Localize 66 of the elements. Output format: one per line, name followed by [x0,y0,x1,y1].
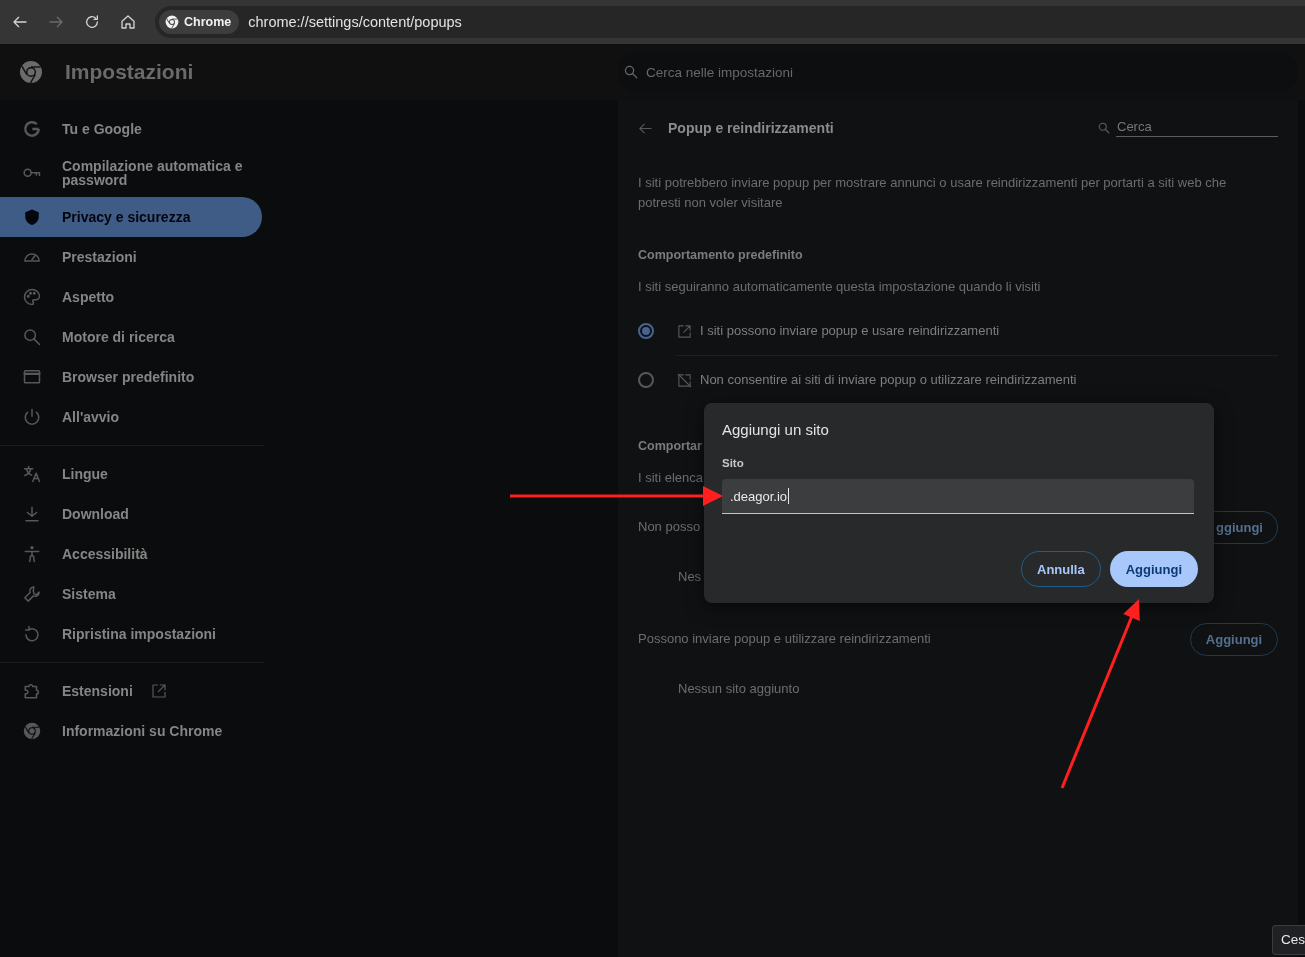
key-icon [23,168,41,178]
arrow-left-icon [637,120,653,136]
reload-icon [84,14,100,30]
option-label: I siti possono inviare popup e usare reindirizzamenti [700,322,1000,340]
gauge-icon [23,251,41,263]
sidebar-item[interactable]: Lingue [0,454,262,494]
window-icon [23,370,41,384]
add-button[interactable]: Aggiungi [1109,551,1198,587]
reset-icon [23,625,41,643]
power-icon [23,408,41,426]
field-label: Sito [722,456,744,470]
sidebar-item[interactable]: All'avvio [0,397,262,437]
person-icon [23,545,41,563]
empty-list-text: Nes [678,568,702,586]
dialog-title: Aggiungi un sito [722,420,829,440]
arrow-right-icon [48,14,64,30]
sidebar-item[interactable]: Download [0,494,262,534]
puzzle-icon [23,682,41,700]
palette-icon [23,288,41,306]
g-icon [23,120,41,138]
description-text: I siti potrebbero inviare popup per mostrare annunci o usare reindirizzamenti per portarti a siti web che potresti non voler visitare [638,174,1228,212]
browser-logo-icon [23,722,41,740]
sidebar-item[interactable]: Accessibilità [0,534,262,574]
section-subtitle: I siti elenca [638,469,704,487]
section-title: Popup e reindirizzamenti [668,119,834,138]
sidebar-item[interactable]: Estensioni [0,671,262,711]
text-cursor [788,488,790,504]
sidebar-item[interactable]: Tu e Google [0,109,262,149]
shield-icon [23,208,41,226]
page-title: Impostazioni [65,60,194,84]
search-input[interactable]: Cerca nelle impostazioni [646,64,816,80]
search-icon [23,328,41,346]
sidebar-item[interactable]: Compilazione automatica e password [0,149,262,197]
radio-button[interactable] [638,323,654,339]
option-label: Non consentire ai siti di inviare popup o utilizzare reindirizzamenti [700,371,1077,389]
section-heading: Comportamento predefinito [638,247,803,264]
radio-button[interactable] [638,372,654,388]
crossed-box-icon [677,372,692,388]
tooltip: Ces [1272,925,1305,955]
list-heading: Non posso [638,518,701,536]
download-icon [23,505,41,523]
sidebar-item[interactable]: Informazioni su Chrome [0,711,262,751]
translate-icon [23,465,41,483]
sidebar-item[interactable]: Ripristina impostazioni [0,614,262,654]
list-heading: Possono inviare popup e utilizzare reindirizzamenti [638,630,931,648]
arrow-left-icon [12,14,28,30]
section-subtitle: I siti seguiranno automaticamente questa impostazione quando li visiti [638,278,1041,296]
wrench-icon [23,585,41,603]
address-bar[interactable]: Chrome chrome://settings/content/popups [155,6,1305,38]
search-field[interactable]: Cerca [1116,119,1278,137]
open-in-new-icon [677,323,692,339]
site-info-chip[interactable]: Chrome [159,10,240,34]
sidebar-item[interactable]: Aspetto [0,277,262,317]
browser-logo-icon [19,60,43,84]
sidebar-item[interactable]: Browser predefinito [0,357,262,397]
search-icon [1098,122,1110,134]
section-heading: Comportar [638,438,702,455]
sidebar-item[interactable]: Sistema [0,574,262,614]
sidebar-item[interactable]: Prestazioni [0,237,262,277]
browser-logo-icon [165,15,179,29]
empty-list-text: Nessun sito aggiunto [678,680,800,698]
home-icon [120,14,136,30]
sidebar-item[interactable]: Motore di ricerca [0,317,262,357]
search-icon [624,65,638,79]
site-input-field[interactable]: .deagor.io [722,479,1194,514]
sidebar-item[interactable]: Privacy e sicurezza [0,197,262,237]
